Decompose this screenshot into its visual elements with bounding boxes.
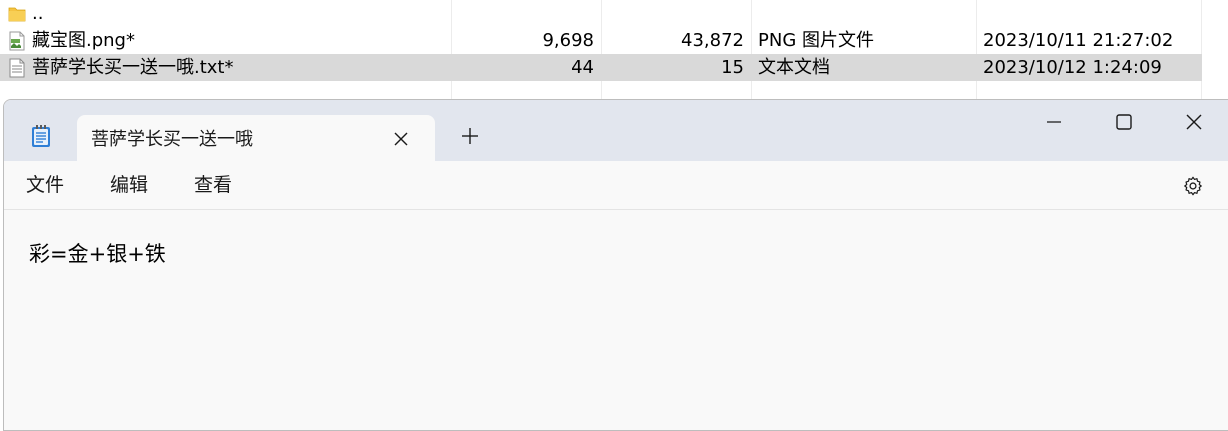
file-packed-size: 15 xyxy=(721,57,744,78)
menu-bar: 文件 编辑 查看 xyxy=(4,161,1228,210)
tab-document[interactable]: 菩萨学长买一送一哦 xyxy=(77,115,435,161)
minimize-button[interactable] xyxy=(1019,100,1089,144)
editor-content: 彩=金+银+铁 xyxy=(29,242,166,266)
image-file-icon xyxy=(9,31,25,51)
file-size: 9,698 xyxy=(542,30,594,51)
plus-icon[interactable] xyxy=(456,122,484,150)
file-row[interactable]: 藏宝图.png* 9,698 43,872 PNG 图片文件 2023/10/1… xyxy=(0,27,1202,54)
text-editor[interactable]: 彩=金+银+铁 xyxy=(4,210,1228,430)
gear-icon[interactable] xyxy=(1182,175,1204,197)
maximize-icon xyxy=(1116,114,1132,130)
file-modified: 2023/10/12 1:24:09 xyxy=(983,57,1162,78)
folder-icon xyxy=(8,7,26,22)
file-type: 文本文档 xyxy=(758,57,830,78)
notepad-window: 菩萨学长买一送一哦 文件 编辑 查看 彩=金+银+铁 xyxy=(3,99,1228,431)
file-size: 44 xyxy=(571,57,594,78)
menu-edit[interactable]: 编辑 xyxy=(110,161,148,209)
file-list: .. 藏宝图.png* 9,698 43,872 PNG 图片文件 2023/1… xyxy=(0,0,1228,100)
file-name: 藏宝图.png* xyxy=(32,30,135,51)
text-file-icon xyxy=(9,58,25,78)
file-name: .. xyxy=(32,3,44,24)
file-name: 菩萨学长买一送一哦.txt* xyxy=(32,57,234,78)
file-packed-size: 43,872 xyxy=(681,30,744,51)
maximize-button[interactable] xyxy=(1089,100,1159,144)
menu-view[interactable]: 查看 xyxy=(194,161,232,209)
file-row-parent[interactable]: .. xyxy=(0,0,1202,27)
notepad-icon xyxy=(32,125,50,147)
tab-title: 菩萨学长买一送一哦 xyxy=(91,129,253,150)
file-row-selected[interactable]: 菩萨学长买一送一哦.txt* 44 15 文本文档 2023/10/12 1:2… xyxy=(0,54,1202,81)
minimize-icon xyxy=(1047,121,1061,123)
close-tab-icon[interactable] xyxy=(389,127,413,151)
close-icon xyxy=(1186,114,1202,130)
file-type: PNG 图片文件 xyxy=(758,30,874,51)
menu-file[interactable]: 文件 xyxy=(26,161,64,209)
close-window-button[interactable] xyxy=(1159,100,1228,144)
title-bar[interactable]: 菩萨学长买一送一哦 xyxy=(4,100,1228,161)
file-modified: 2023/10/11 21:27:02 xyxy=(983,30,1174,51)
